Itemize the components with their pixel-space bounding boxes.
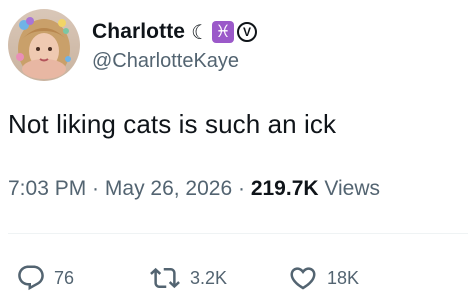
tweet-time[interactable]: 7:03 PM [8,177,86,200]
meta-separator: · [86,177,105,200]
crescent-moon-icon: ☾ [191,20,210,44]
retweet-button[interactable]: 3.2K [148,258,227,298]
name-emojis: ☾ ♓ V [191,20,258,44]
meta-separator: · [232,177,251,200]
divider [8,233,468,234]
like-button[interactable]: 18K [287,258,359,298]
handle[interactable]: @CharlotteKaye [92,50,257,73]
reply-icon [18,265,44,291]
profile-photo-icon [8,9,80,81]
tweet-date[interactable]: May 26, 2026 [105,177,232,200]
avatar[interactable] [8,9,80,81]
retweet-icon [150,267,180,289]
reply-button[interactable]: 76 [16,258,74,298]
author-names: Charlotte ☾ ♓ V @CharlotteKaye [92,17,258,73]
views-count: 219.7K [250,177,319,200]
views-label: Views [318,177,381,200]
retweet-count: 3.2K [190,267,228,288]
circled-v-icon: V [237,22,258,42]
action-bar: 76 3.2K 18K [0,258,468,298]
tweet-header: Charlotte ☾ ♓ V @CharlotteKaye [8,8,258,82]
like-count: 18K [327,267,360,288]
reply-count: 76 [54,267,75,288]
display-name-row: Charlotte ☾ ♓ V [92,17,258,47]
heart-icon [290,267,316,290]
tweet-text: Not liking cats is such an ick [8,109,337,139]
display-name[interactable]: Charlotte [92,20,185,44]
tweet-meta: 7:03 PM · May 26, 2026 · 219.7K Views [8,177,380,201]
pisces-icon: ♓ [212,21,235,43]
